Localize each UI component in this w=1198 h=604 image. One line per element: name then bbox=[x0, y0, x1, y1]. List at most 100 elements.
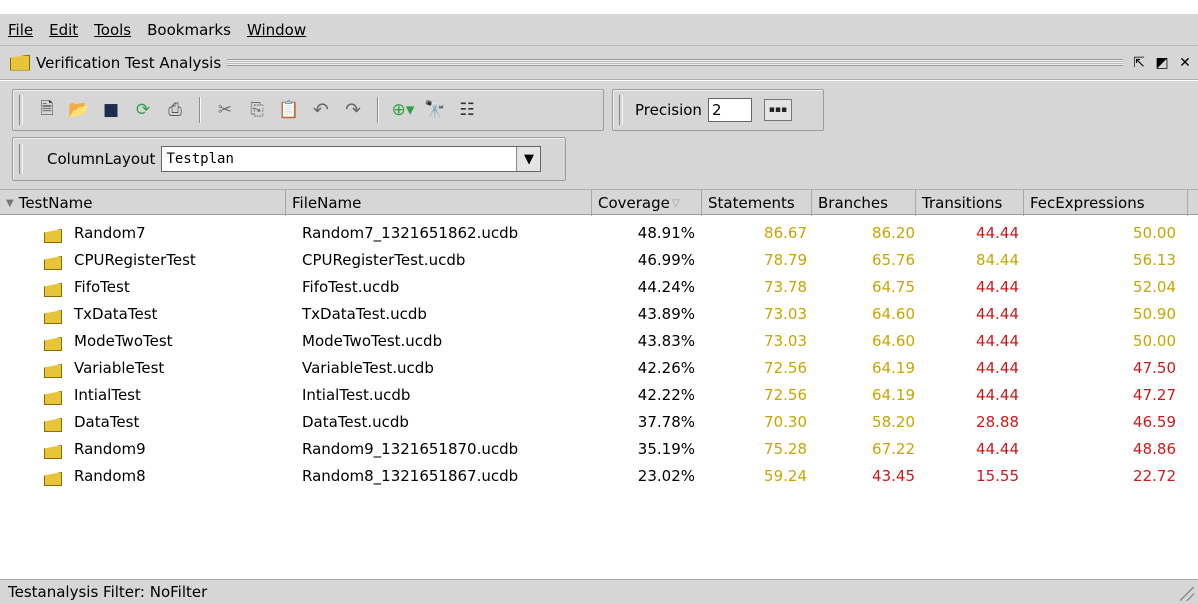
copy-icon[interactable]: ⎘ bbox=[244, 97, 270, 123]
table-row[interactable]: VariableTest VariableTest.ucdb 42.26% 72.56… bbox=[0, 356, 1198, 383]
cell-fecexpressions: 56.13 bbox=[1133, 251, 1176, 269]
cell-statements: 78.79 bbox=[764, 251, 807, 269]
find-icon[interactable]: 🔭 bbox=[422, 97, 448, 123]
toolbar-handle[interactable] bbox=[619, 95, 623, 125]
sort-icon: ▼ bbox=[6, 197, 14, 209]
cell-branches: 64.19 bbox=[872, 386, 915, 404]
table-row[interactable]: CPURegisterTest CPURegisterTest.ucdb 46.99… bbox=[0, 248, 1198, 275]
cell-fecexpressions: 46.59 bbox=[1133, 413, 1176, 431]
table-row[interactable]: IntialTest IntialTest.ucdb 42.22% 72.56 64.1… bbox=[0, 383, 1198, 410]
table-body: Random7 Random7_1321651862.ucdb 48.91% 86.6… bbox=[0, 221, 1198, 491]
cell-branches: 64.19 bbox=[872, 359, 915, 377]
cell-fecexpressions: 22.72 bbox=[1133, 467, 1176, 485]
cell-testname: VariableTest bbox=[74, 359, 165, 377]
table-row[interactable]: TxDataTest TxDataTest.ucdb 43.89% 73.03 64.6… bbox=[0, 302, 1198, 329]
close-icon[interactable]: ✕ bbox=[1175, 53, 1195, 73]
columns-icon[interactable]: ☷ bbox=[454, 97, 480, 123]
cell-coverage: 46.99% bbox=[637, 251, 695, 269]
cell-transitions: 15.55 bbox=[976, 467, 1019, 485]
maximize-icon[interactable]: ◩ bbox=[1152, 53, 1172, 73]
toolbar-separator bbox=[377, 97, 379, 123]
paste-icon[interactable]: 📋 bbox=[276, 97, 302, 123]
drag-grip[interactable] bbox=[227, 59, 1123, 66]
cell-coverage: 42.22% bbox=[637, 386, 695, 404]
cell-coverage: 35.19% bbox=[637, 440, 695, 458]
window-title-bar[interactable]: Verification Test Analysis ⇱ ◩ ✕ bbox=[0, 46, 1198, 80]
table-row[interactable]: FifoTest FifoTest.ucdb 44.24% 73.78 64.75 44.… bbox=[0, 275, 1198, 302]
folder-icon bbox=[44, 364, 62, 378]
cell-transitions: 44.44 bbox=[976, 359, 1019, 377]
cell-transitions: 28.88 bbox=[976, 413, 1019, 431]
column-layout-label: ColumnLayout bbox=[47, 150, 156, 168]
print-icon[interactable]: ⎙ bbox=[162, 97, 188, 123]
table-row[interactable]: DataTest DataTest.ucdb 37.78% 70.30 58.20 28.… bbox=[0, 410, 1198, 437]
cell-filename: CPURegisterTest.ucdb bbox=[302, 251, 466, 269]
cell-testname: ModeTwoTest bbox=[74, 332, 173, 350]
column-layout-toolbar: ColumnLayout Testplan ▼ bbox=[12, 137, 566, 181]
cell-transitions: 44.44 bbox=[976, 305, 1019, 323]
resize-grip-icon[interactable] bbox=[1180, 587, 1194, 601]
column-header-fecexpressions[interactable]: FecExpressions bbox=[1024, 190, 1188, 216]
undock-icon[interactable]: ⇱ bbox=[1129, 53, 1149, 73]
cell-branches: 43.45 bbox=[872, 467, 915, 485]
undo-icon[interactable]: ↶ bbox=[308, 97, 334, 123]
cell-transitions: 84.44 bbox=[976, 251, 1019, 269]
table-row[interactable]: ModeTwoTest ModeTwoTest.ucdb 43.83% 73.03 64… bbox=[0, 329, 1198, 356]
status-text: Testanalysis Filter: NoFilter bbox=[8, 583, 208, 601]
cell-branches: 67.22 bbox=[872, 440, 915, 458]
apply-precision-icon[interactable]: ▪▪▪ bbox=[763, 99, 792, 121]
cell-filename: ModeTwoTest.ucdb bbox=[302, 332, 443, 350]
cell-statements: 70.30 bbox=[764, 413, 807, 431]
cell-filename: Random8_1321651867.ucdb bbox=[302, 467, 519, 485]
toolbar-handle[interactable] bbox=[19, 144, 23, 174]
chevron-down-icon[interactable]: ▼ bbox=[516, 147, 541, 171]
cut-icon[interactable]: ✂ bbox=[212, 97, 238, 123]
cell-transitions: 44.44 bbox=[976, 440, 1019, 458]
new-document-icon[interactable]: 🗎 bbox=[34, 97, 60, 123]
cell-testname: Random7 bbox=[74, 224, 146, 242]
cell-filename: DataTest.ucdb bbox=[302, 413, 409, 431]
cell-branches: 86.20 bbox=[872, 224, 915, 242]
table-row[interactable]: Random7 Random7_1321651862.ucdb 48.91% 86.6… bbox=[0, 221, 1198, 248]
cell-branches: 64.75 bbox=[872, 278, 915, 296]
table-row[interactable]: Random9 Random9_1321651870.ucdb 35.19% 75.2… bbox=[0, 437, 1198, 464]
cell-coverage: 37.78% bbox=[637, 413, 695, 431]
precision-input[interactable] bbox=[707, 98, 752, 122]
cell-coverage: 43.83% bbox=[637, 332, 695, 350]
window-title: Verification Test Analysis bbox=[36, 53, 222, 72]
column-header-branches[interactable]: Branches bbox=[812, 190, 916, 216]
cell-coverage: 43.89% bbox=[637, 305, 695, 323]
column-header-coverage[interactable]: Coverage ▽ bbox=[592, 190, 702, 216]
cell-statements: 72.56 bbox=[764, 359, 807, 377]
cell-fecexpressions: 47.27 bbox=[1133, 386, 1176, 404]
column-header-testname[interactable]: ▼ TestName bbox=[0, 190, 286, 216]
precision-label: Precision bbox=[635, 101, 702, 119]
cell-coverage: 42.26% bbox=[637, 359, 695, 377]
cell-statements: 86.67 bbox=[764, 224, 807, 242]
menu-bookmarks[interactable]: Bookmarks bbox=[139, 21, 239, 39]
menu-window[interactable]: Window bbox=[239, 21, 314, 39]
add-icon[interactable]: ⊕▾ bbox=[390, 97, 416, 123]
cell-statements: 59.24 bbox=[764, 467, 807, 485]
test-analysis-table: ▼ TestName FileName Coverage ▽ Statement… bbox=[0, 189, 1198, 579]
cell-statements: 73.03 bbox=[764, 305, 807, 323]
menu-edit[interactable]: Edit bbox=[41, 21, 86, 39]
cell-filename: VariableTest.ucdb bbox=[302, 359, 434, 377]
open-folder-icon[interactable]: 📂 bbox=[66, 97, 92, 123]
column-layout-select[interactable]: Testplan ▼ bbox=[161, 146, 542, 172]
save-icon[interactable]: ■ bbox=[98, 97, 124, 123]
table-row[interactable]: Random8 Random8_1321651867.ucdb 23.02% 59.2… bbox=[0, 464, 1198, 491]
cell-transitions: 44.44 bbox=[976, 386, 1019, 404]
cell-branches: 64.60 bbox=[872, 332, 915, 350]
column-header-statements[interactable]: Statements bbox=[702, 190, 812, 216]
status-bar: Testanalysis Filter: NoFilter bbox=[0, 579, 1198, 604]
toolbar-handle[interactable] bbox=[19, 95, 23, 125]
redo-icon[interactable]: ↷ bbox=[340, 97, 366, 123]
column-header-filename[interactable]: FileName bbox=[286, 190, 592, 216]
cell-statements: 73.78 bbox=[764, 278, 807, 296]
menu-file[interactable]: File bbox=[0, 21, 41, 39]
menu-tools[interactable]: Tools bbox=[86, 21, 139, 39]
refresh-icon[interactable]: ⟳ bbox=[130, 97, 156, 123]
cell-filename: FifoTest.ucdb bbox=[302, 278, 400, 296]
column-header-transitions[interactable]: Transitions bbox=[916, 190, 1024, 216]
